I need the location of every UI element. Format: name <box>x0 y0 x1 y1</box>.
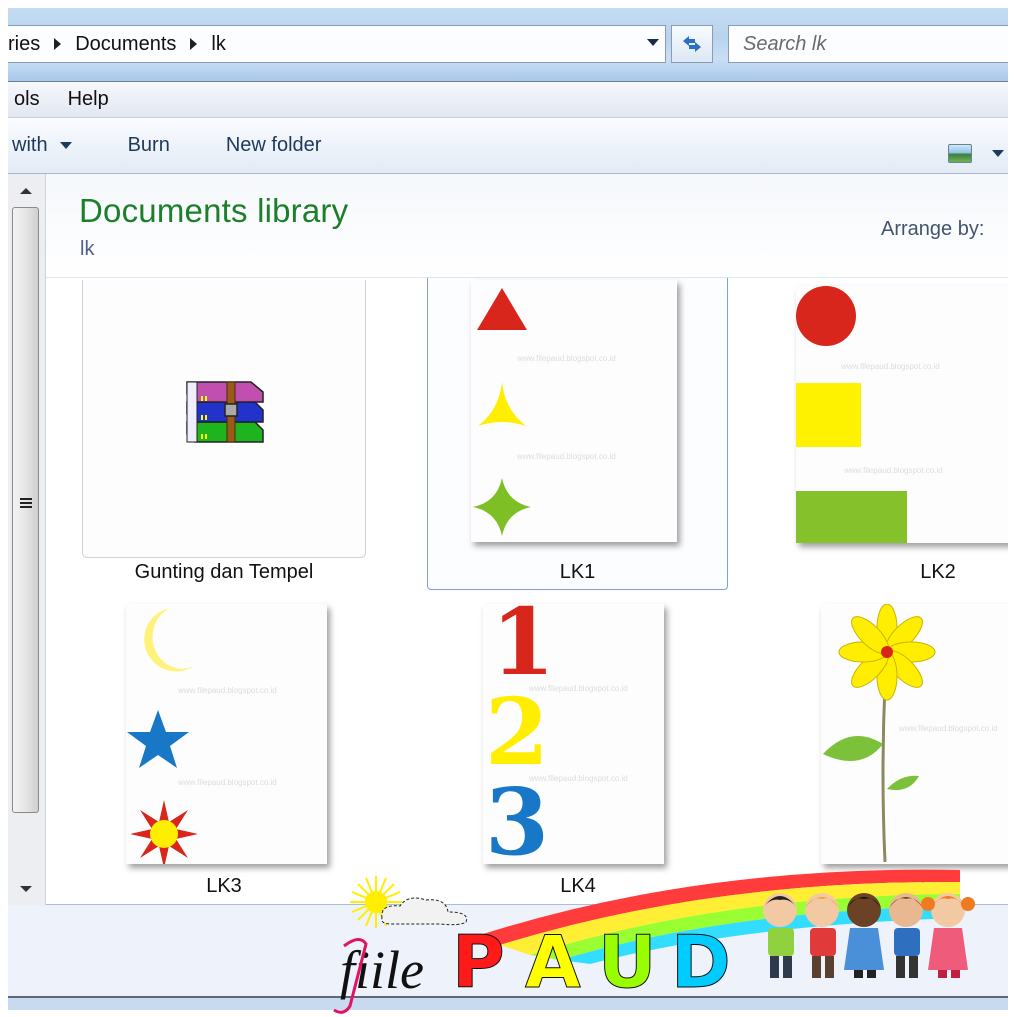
file-name: LK4 <box>560 875 596 897</box>
file-tile-lk4[interactable]: 1 www.filepaud.blogspot.co.id 2 www.file… <box>438 602 718 902</box>
red-circle-icon <box>796 286 856 346</box>
menu-tools[interactable]: ols <box>8 88 54 111</box>
library-header: Documents library lk Arrange by: <box>46 174 1008 278</box>
red-triangle-icon <box>477 288 527 330</box>
breadcrumb-lk[interactable]: lk <box>211 33 231 56</box>
breadcrumb-separator-icon[interactable] <box>190 38 198 50</box>
watermark: www.filepaud.blogspot.co.id <box>844 466 943 475</box>
details-pane <box>8 905 1008 1010</box>
thumbnail-frame <box>82 280 366 558</box>
yellow-square-icon <box>796 383 861 447</box>
file-tile-lk5[interactable]: www.filepaud.blogspot.co.id LK5 <box>788 602 1008 902</box>
file-view: Documents library lk Arrange by: Gunting… <box>8 174 1008 905</box>
address-strip: ries Documents lk <box>8 8 1008 82</box>
thumbnail-lk1: www.filepaud.blogspot.co.id www.filepaud… <box>471 280 677 542</box>
search-box[interactable] <box>728 25 1008 63</box>
share-with-label: with <box>12 134 48 156</box>
thumbnail-lk2: www.filepaud.blogspot.co.id www.filepaud… <box>796 286 1008 543</box>
explorer-window: ries Documents lk ols Help with Burn <box>8 8 1008 1010</box>
sun-icon <box>130 800 198 864</box>
watermark: www.filepaud.blogspot.co.id <box>178 778 277 787</box>
yellow-triangle-icon <box>478 382 526 426</box>
green-star-icon <box>473 478 531 536</box>
scrollbar-thumb[interactable] <box>12 207 39 813</box>
new-folder-label: New folder <box>225 134 322 156</box>
refresh-icon <box>683 36 701 52</box>
search-input[interactable] <box>743 32 1008 56</box>
change-view-icon[interactable] <box>948 144 972 163</box>
new-folder-button[interactable]: New folder <box>226 118 322 173</box>
grip-icon <box>20 498 32 509</box>
chevron-down-icon <box>59 142 72 149</box>
scroll-down-arrow-icon[interactable] <box>20 886 32 892</box>
crescent-moon-icon <box>144 608 194 672</box>
file-name: LK5 <box>920 875 956 897</box>
blue-star-icon <box>127 710 189 768</box>
green-rectangle-icon <box>796 491 907 543</box>
thumbnail-lk5: www.filepaud.blogspot.co.id <box>821 604 1008 864</box>
refresh-button[interactable] <box>671 25 713 63</box>
burn-label: Burn <box>127 134 170 156</box>
breadcrumb-separator-icon[interactable] <box>54 38 62 50</box>
number-1-icon: 1 <box>491 604 556 696</box>
command-bar: with Burn New folder <box>8 118 1008 174</box>
burn-button[interactable]: Burn <box>128 118 170 173</box>
breadcrumb-libraries[interactable]: ries <box>8 33 46 56</box>
number-3-icon: 3 <box>485 768 550 864</box>
file-name: Gunting dan Tempel <box>134 561 314 583</box>
scroll-up-arrow-icon[interactable] <box>20 188 32 194</box>
view-options-dropdown-icon[interactable] <box>992 150 1004 157</box>
breadcrumb-documents[interactable]: Documents <box>75 33 182 56</box>
file-name: LK3 <box>206 875 242 897</box>
watermark: www.filepaud.blogspot.co.id <box>517 452 616 461</box>
watermark: www.filepaud.blogspot.co.id <box>517 354 616 363</box>
file-name: LK2 <box>920 561 956 583</box>
arrange-by-label[interactable]: Arrange by: <box>881 218 984 241</box>
address-bar[interactable]: ries Documents lk <box>8 25 666 63</box>
page-title: Documents library <box>79 192 349 229</box>
file-tile-lk3[interactable]: www.filepaud.blogspot.co.id www.filepaud… <box>82 602 366 902</box>
menu-bar: ols Help <box>8 82 1008 118</box>
file-name: LK1 <box>559 561 596 583</box>
winrar-archive-icon <box>186 381 264 443</box>
number-2-icon: 2 <box>485 678 550 786</box>
address-history-dropdown-icon[interactable] <box>647 39 659 46</box>
file-tile-gunting-dan-tempel[interactable]: Gunting dan Tempel <box>82 280 366 590</box>
file-tile-lk1[interactable]: www.filepaud.blogspot.co.id www.filepaud… <box>427 278 728 590</box>
vertical-scrollbar[interactable] <box>8 174 46 905</box>
watermark: www.filepaud.blogspot.co.id <box>899 724 998 733</box>
share-with-button[interactable]: with <box>12 118 72 173</box>
library-subtitle: lk <box>80 238 95 260</box>
thumbnail-lk3: www.filepaud.blogspot.co.id www.filepaud… <box>126 604 327 864</box>
window-bottom-border <box>8 996 1008 1010</box>
menu-help[interactable]: Help <box>54 88 123 111</box>
thumbnail-lk4: 1 www.filepaud.blogspot.co.id 2 www.file… <box>483 604 664 864</box>
watermark: www.filepaud.blogspot.co.id <box>178 686 277 695</box>
watermark: www.filepaud.blogspot.co.id <box>841 362 940 371</box>
flower-icon <box>823 604 936 863</box>
file-tile-lk2[interactable]: www.filepaud.blogspot.co.id www.filepaud… <box>788 278 1008 590</box>
